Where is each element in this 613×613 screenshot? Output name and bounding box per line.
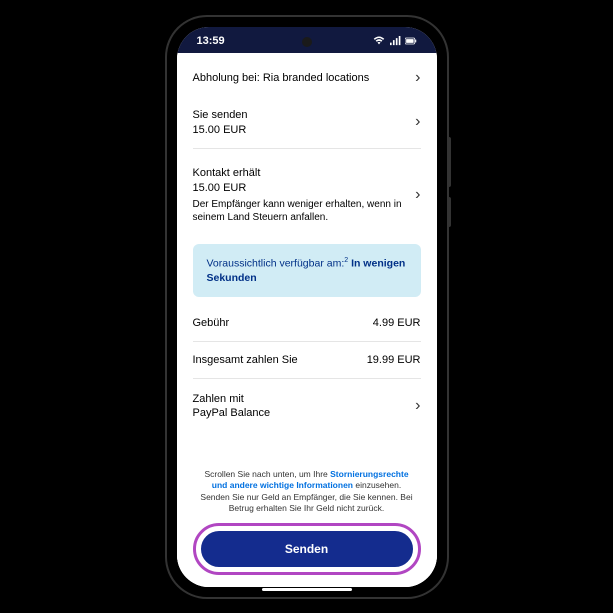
wifi-icon [373,36,385,46]
contact-receives-label: Kontakt erhält [193,167,408,179]
scroll-area[interactable]: Abholung bei: Ria branded locations › Si… [177,53,437,463]
status-bar: 13:59 [177,27,437,53]
fee-label: Gebühr [193,317,230,329]
contact-receives-note: Der Empfänger kann weniger erhalten, wen… [193,198,408,224]
status-time: 13:59 [197,35,225,47]
disclaimer-part1: Scrollen Sie nach unten, um Ihre [204,469,330,479]
disclaimer-text: Scrollen Sie nach unten, um Ihre Stornie… [193,469,421,523]
send-button-highlight: Senden [193,523,421,575]
availability-prefix: Voraussichtlich verfügbar am: [207,257,345,269]
chevron-right-icon: › [407,113,420,131]
status-icons [373,36,417,46]
you-send-label: Sie senden [193,109,408,121]
fee-row: Gebühr 4.99 EUR [193,309,421,337]
pickup-row[interactable]: Abholung bei: Ria branded locations › [193,61,421,95]
you-send-row[interactable]: Sie senden 15.00 EUR › [193,95,421,144]
footer: Scrollen Sie nach unten, um Ihre Stornie… [177,463,437,587]
divider [193,148,421,149]
send-button[interactable]: Senden [199,529,415,569]
pickup-label: Abholung bei: Ria branded locations [193,72,408,84]
availability-banner: Voraussichtlich verfügbar am:2 In wenige… [193,244,421,298]
total-value: 19.99 EUR [367,354,421,366]
divider [193,378,421,379]
total-row: Insgesamt zahlen Sie 19.99 EUR [193,346,421,374]
contact-receives-row[interactable]: Kontakt erhält 15.00 EUR Der Empfänger k… [193,153,421,232]
total-label: Insgesamt zahlen Sie [193,354,298,366]
pay-with-row[interactable]: Zahlen mit PayPal Balance › [193,383,421,421]
availability-sup: 2 [344,257,348,264]
pay-with-label: Zahlen mit [193,393,408,405]
chevron-right-icon: › [407,186,420,204]
pay-method: PayPal Balance [193,407,408,419]
you-send-value: 15.00 EUR [193,124,408,136]
fee-value: 4.99 EUR [373,317,421,329]
battery-icon [405,36,417,46]
signal-icon [389,36,401,46]
divider [193,341,421,342]
contact-receives-value: 15.00 EUR [193,182,408,194]
chevron-right-icon: › [407,69,420,87]
content-area: Abholung bei: Ria branded locations › Si… [177,53,437,587]
chevron-right-icon: › [407,397,420,415]
